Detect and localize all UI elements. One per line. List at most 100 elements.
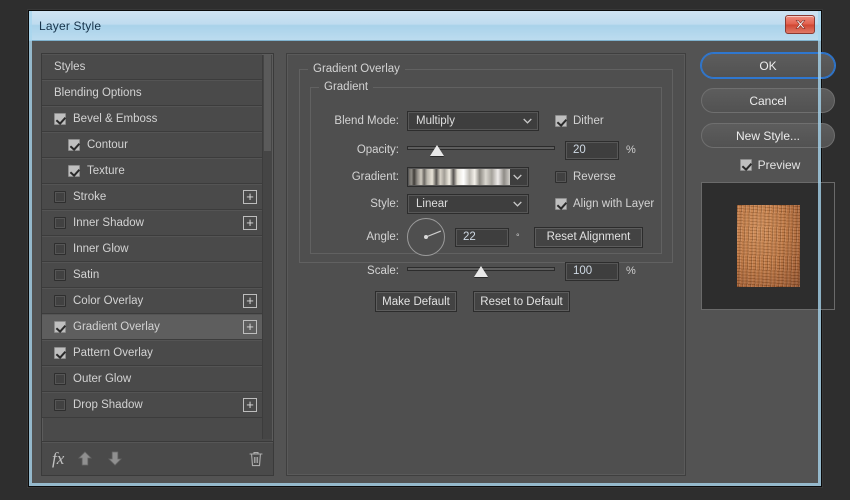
style-row[interactable]: Inner Shadow + <box>42 210 262 236</box>
angle-input[interactable]: 22 <box>455 227 509 247</box>
style-row-checkbox[interactable] <box>54 294 66 307</box>
gradient-label: Gradient: <box>351 171 399 183</box>
scale-input[interactable]: 100 <box>565 261 619 281</box>
gradient-overlay-group: Gradient Overlay Gradient Blend Mode: Mu… <box>299 63 673 281</box>
opacity-row: Opacity: 20 % <box>311 139 661 161</box>
reverse-checkbox[interactable]: Reverse <box>555 171 616 183</box>
style-row-checkbox[interactable] <box>68 164 80 177</box>
align-with-layer-checkbox[interactable]: Align with Layer <box>555 198 654 210</box>
dialog-body: Styles Blending Options Bevel & Emboss Cont… <box>29 41 835 486</box>
style-row-checkbox[interactable] <box>54 112 66 125</box>
style-row-label: Inner Shadow <box>73 216 144 229</box>
add-effect-icon[interactable]: + <box>243 215 257 230</box>
style-value: Linear <box>416 198 448 210</box>
fx-icon[interactable]: fx <box>52 449 64 469</box>
gradient-picker[interactable] <box>407 167 529 187</box>
style-row-checkbox[interactable] <box>68 138 80 151</box>
add-effect-icon[interactable]: + <box>243 319 257 334</box>
style-row-label: Drop Shadow <box>73 398 143 411</box>
style-row[interactable]: Color Overlay + <box>42 288 262 314</box>
gradient-swatch[interactable] <box>409 169 510 185</box>
style-row: Style: Linear Align with Layer <box>311 193 661 215</box>
make-default-button[interactable]: Make Default <box>375 291 457 312</box>
cancel-button[interactable]: Cancel <box>701 88 835 113</box>
dither-label: Dither <box>573 115 604 127</box>
trash-icon[interactable] <box>249 451 263 467</box>
style-row[interactable]: Outer Glow <box>42 366 262 392</box>
style-row-label: Styles <box>54 60 86 73</box>
scrollbar-thumb[interactable] <box>264 55 271 151</box>
arrow-down-icon[interactable] <box>108 451 123 466</box>
style-row-checkbox[interactable] <box>54 216 66 229</box>
style-row-checkbox[interactable] <box>54 242 66 255</box>
preview-checkbox[interactable]: Preview <box>701 158 839 172</box>
chevron-down-icon <box>523 115 532 127</box>
style-row[interactable]: Drop Shadow + <box>42 392 262 418</box>
angle-unit: ° <box>516 232 520 242</box>
gradient-group: Gradient Blend Mode: Multiply Dither Opa… <box>310 81 662 281</box>
style-row-checkbox[interactable] <box>54 398 66 411</box>
chevron-down-icon <box>513 198 522 210</box>
blend-mode-row: Blend Mode: Multiply Dither <box>311 110 661 132</box>
styles-scrollbar[interactable] <box>262 55 272 439</box>
add-effect-icon[interactable]: + <box>243 189 257 204</box>
style-row[interactable]: Bevel & Emboss <box>42 106 262 132</box>
dither-checkbox[interactable]: Dither <box>555 115 604 127</box>
style-row[interactable]: Blending Options <box>42 80 262 106</box>
window-titlebar[interactable]: Layer Style <box>29 11 821 41</box>
style-row[interactable]: Inner Glow <box>42 236 262 262</box>
blend-mode-select[interactable]: Multiply <box>407 111 539 131</box>
scale-unit: % <box>626 265 636 277</box>
styles-toolbar: fx <box>42 441 273 475</box>
style-row-label: Outer Glow <box>73 372 132 385</box>
add-effect-icon[interactable]: + <box>243 293 257 308</box>
style-row-checkbox[interactable] <box>54 346 66 359</box>
style-row[interactable]: Texture <box>42 158 262 184</box>
close-icon[interactable] <box>785 15 815 34</box>
scale-slider-knob[interactable] <box>474 266 488 277</box>
default-buttons-row: Make Default Reset to Default <box>375 291 570 312</box>
style-row-label: Blending Options <box>54 86 142 99</box>
scale-label: Scale: <box>367 265 399 277</box>
reverse-checkbox-box <box>555 171 567 183</box>
style-row[interactable]: Contour <box>42 132 262 158</box>
opacity-input[interactable]: 20 <box>565 140 619 160</box>
style-row-checkbox[interactable] <box>54 320 66 333</box>
style-row[interactable]: Stroke + <box>42 184 262 210</box>
gradient-row: Gradient: Reverse <box>311 166 661 188</box>
scale-slider[interactable] <box>407 263 555 279</box>
style-row-label: Stroke <box>73 190 107 203</box>
add-effect-icon[interactable]: + <box>243 397 257 412</box>
style-row-label: Pattern Overlay <box>73 346 153 359</box>
angle-value: 22 <box>463 231 476 243</box>
reset-to-default-button[interactable]: Reset to Default <box>473 291 570 312</box>
style-row[interactable]: Pattern Overlay <box>42 340 262 366</box>
opacity-slider[interactable] <box>407 142 555 158</box>
align-with-layer-label: Align with Layer <box>573 198 655 210</box>
style-row-label: Texture <box>87 164 125 177</box>
style-row-checkbox[interactable] <box>54 190 66 203</box>
style-row-label: Color Overlay <box>73 294 144 307</box>
scale-value: 100 <box>573 265 593 277</box>
style-row-label: Contour <box>87 138 128 151</box>
layer-style-dialog: Layer Style Styles Blending Options Bevel … <box>28 10 835 487</box>
style-row[interactable]: Gradient Overlay + <box>42 314 262 340</box>
style-row-label: Gradient Overlay <box>73 320 160 333</box>
style-row-checkbox[interactable] <box>54 372 66 385</box>
preview-thumbnail <box>701 182 835 310</box>
reset-alignment-button[interactable]: Reset Alignment <box>533 226 644 248</box>
new-style-button[interactable]: New Style... <box>701 123 835 148</box>
angle-dial[interactable] <box>407 218 445 256</box>
group-title: Gradient <box>319 81 374 93</box>
styles-panel: Styles Blending Options Bevel & Emboss Cont… <box>41 53 274 476</box>
scale-row: Scale: 100 % <box>311 260 661 282</box>
style-select[interactable]: Linear <box>407 194 529 214</box>
ok-button[interactable]: OK <box>701 53 835 78</box>
style-row-label: Bevel & Emboss <box>73 112 158 125</box>
style-row-checkbox[interactable] <box>54 268 66 281</box>
style-row[interactable]: Styles <box>42 54 262 80</box>
opacity-value: 20 <box>573 144 586 156</box>
opacity-slider-knob[interactable] <box>429 145 444 156</box>
arrow-up-icon[interactable] <box>78 451 93 466</box>
style-row[interactable]: Satin <box>42 262 262 288</box>
